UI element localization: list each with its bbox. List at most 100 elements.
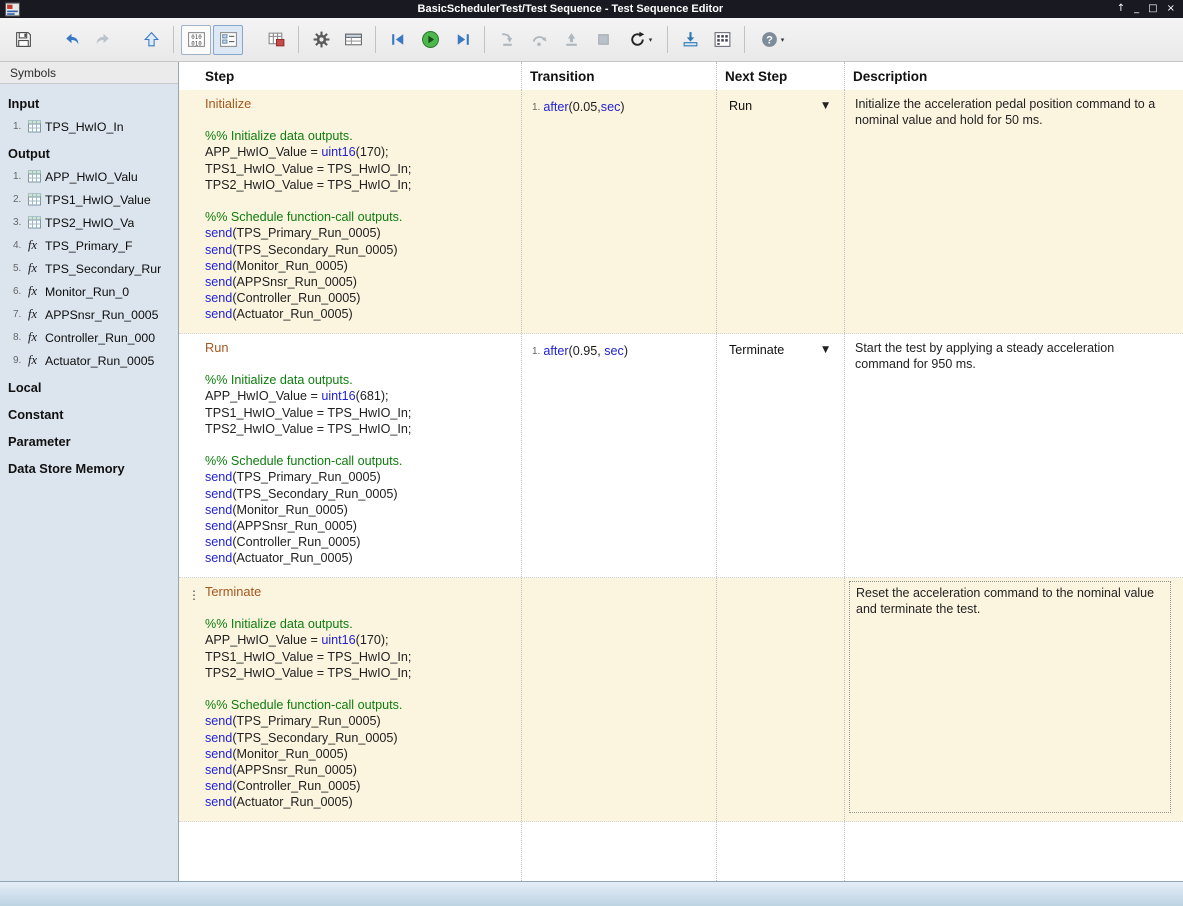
step-forward-button[interactable] — [447, 25, 477, 55]
function-icon: fx — [28, 261, 45, 276]
symbol-item[interactable]: 7.fxAPPSnsr_Run_0005 — [0, 303, 178, 326]
step-back-button[interactable] — [383, 25, 413, 55]
empty-cell — [716, 822, 844, 881]
code-line — [205, 356, 515, 372]
symbol-item[interactable]: 2.TPS1_HwIO_Value — [0, 188, 178, 211]
code-token: APP_HwIO_Value = — [205, 633, 321, 647]
description-text: Start the test by applying a steady acce… — [849, 337, 1171, 377]
symbols-section-local: Local — [0, 372, 178, 399]
next-step-dropdown-icon[interactable]: ▼ — [822, 345, 829, 355]
gear-icon — [312, 30, 331, 49]
function-icon: fx — [28, 238, 45, 253]
list-toggle-icon — [219, 30, 238, 49]
transition-index: 1. — [532, 100, 540, 116]
empty-cell — [179, 822, 521, 881]
undo-icon — [62, 30, 81, 49]
code-token: send — [205, 731, 232, 745]
code-token: (681); — [356, 389, 389, 403]
step-code: %% Initialize data outputs.APP_HwIO_Valu… — [179, 600, 515, 810]
step-cell[interactable]: Initialize %% Initialize data outputs.AP… — [179, 90, 521, 333]
symbol-item[interactable]: 8.fxController_Run_000 — [0, 326, 178, 349]
description-cell[interactable]: Reset the acceleration command to the no… — [844, 578, 1183, 821]
code-token: uint16 — [321, 633, 355, 647]
symbol-label: APPSnsr_Run_0005 — [45, 308, 158, 322]
code-token: (Controller_Run_0005) — [232, 535, 360, 549]
close-button[interactable]: × — [1167, 3, 1175, 15]
code-token: (0.95, — [569, 344, 605, 358]
undo-button[interactable] — [56, 25, 86, 55]
breakpoints-icon — [713, 30, 732, 49]
code-token: (Monitor_Run_0005) — [232, 259, 348, 273]
svg-text:?: ? — [766, 35, 773, 47]
code-token: TPS1_HwIO_Value = TPS_HwIO_In; — [205, 650, 411, 664]
code-line — [205, 112, 515, 128]
legend-table-button[interactable] — [338, 25, 368, 55]
next-step-cell[interactable]: Run▼ — [716, 90, 844, 333]
code-line: %% Schedule function-call outputs. — [205, 697, 515, 713]
code-line: send(Actuator_Run_0005) — [205, 550, 515, 566]
code-line: TPS1_HwIO_Value = TPS_HwIO_In; — [205, 649, 515, 665]
symbol-item[interactable]: 3.TPS2_HwIO_Va — [0, 211, 178, 234]
next-step-cell[interactable] — [716, 578, 844, 821]
code-token: %% Schedule function-call outputs. — [205, 454, 402, 468]
help-button[interactable]: ?▾ — [752, 25, 792, 55]
next-step-control: Run▼ — [729, 99, 829, 113]
code-line: TPS1_HwIO_Value = TPS_HwIO_In; — [205, 161, 515, 177]
settings-button[interactable] — [306, 25, 336, 55]
step-out-icon — [562, 30, 581, 49]
transition-cell[interactable] — [521, 578, 716, 821]
shade-button[interactable]: ↑ — [1117, 3, 1125, 15]
step-cell[interactable]: ⋮Terminate %% Initialize data outputs.AP… — [179, 578, 521, 821]
symbol-item[interactable]: 1.TPS_HwIO_In — [0, 115, 178, 138]
next-step-dropdown-icon[interactable]: ▼ — [822, 101, 829, 111]
step-name: Initialize — [179, 96, 515, 112]
code-line: send(Controller_Run_0005) — [205, 290, 515, 306]
description-text: Initialize the acceleration pedal positi… — [849, 93, 1171, 133]
toggle-description-panel-button[interactable] — [213, 25, 243, 55]
toggle-symbols-panel-button[interactable]: 010010 — [181, 25, 211, 55]
description-cell[interactable]: Initialize the acceleration pedal positi… — [844, 90, 1183, 333]
transition-cell[interactable]: 1.after(0.95, sec) — [521, 334, 716, 577]
code-token: send — [205, 487, 232, 501]
symbol-item[interactable]: 1.APP_HwIO_Valu — [0, 165, 178, 188]
run-button[interactable] — [415, 25, 445, 55]
symbol-item[interactable]: 4.fxTPS_Primary_F — [0, 234, 178, 257]
symbol-label: TPS2_HwIO_Va — [45, 216, 134, 230]
title-bar: BasicSchedulerTest/Test Sequence - Test … — [0, 0, 1183, 18]
transition: 1.after(0.95, sec) — [532, 343, 712, 361]
empty-cell — [521, 822, 716, 881]
window-title: BasicSchedulerTest/Test Sequence - Test … — [24, 3, 1117, 15]
step-cell[interactable]: Run %% Initialize data outputs.APP_HwIO_… — [179, 334, 521, 577]
code-token: ) — [620, 100, 624, 114]
next-step-cell[interactable]: Terminate▼ — [716, 334, 844, 577]
symbol-item[interactable]: 6.fxMonitor_Run_0 — [0, 280, 178, 303]
code-token: %% Schedule function-call outputs. — [205, 698, 402, 712]
drag-handle-icon[interactable]: ⋮ — [188, 588, 200, 602]
code-token: ) — [624, 344, 628, 358]
symbol-label: APP_HwIO_Valu — [45, 170, 138, 184]
toolbar-separator — [744, 26, 745, 53]
run-mode-button[interactable]: ▾ — [620, 25, 660, 55]
save-button[interactable] — [8, 25, 38, 55]
requirements-table-button[interactable] — [261, 25, 291, 55]
code-token: send — [205, 519, 232, 533]
maximize-button[interactable]: □ — [1148, 3, 1157, 15]
code-token: (170); — [356, 145, 389, 159]
navigate-up-button[interactable] — [136, 25, 166, 55]
code-line — [205, 600, 515, 616]
code-line: send(APPSnsr_Run_0005) — [205, 762, 515, 778]
symbol-index: 9. — [13, 355, 28, 366]
function-icon: fx — [28, 284, 45, 299]
column-header-description: Description — [844, 62, 1183, 90]
add-input-button[interactable] — [675, 25, 705, 55]
transition-cell[interactable]: 1.after(0.05,sec) — [521, 90, 716, 333]
description-cell[interactable]: Start the test by applying a steady acce… — [844, 334, 1183, 577]
symbol-item[interactable]: 5.fxTPS_Secondary_Rur — [0, 257, 178, 280]
code-line: send(TPS_Secondary_Run_0005) — [205, 730, 515, 746]
symbol-item[interactable]: 9.fxActuator_Run_0005 — [0, 349, 178, 372]
symbols-toggle-icon: 010010 — [187, 30, 206, 49]
code-line: TPS2_HwIO_Value = TPS_HwIO_In; — [205, 421, 515, 437]
breakpoints-button[interactable] — [707, 25, 737, 55]
symbol-index: 4. — [13, 240, 28, 251]
minimize-button[interactable]: _ — [1134, 3, 1139, 15]
